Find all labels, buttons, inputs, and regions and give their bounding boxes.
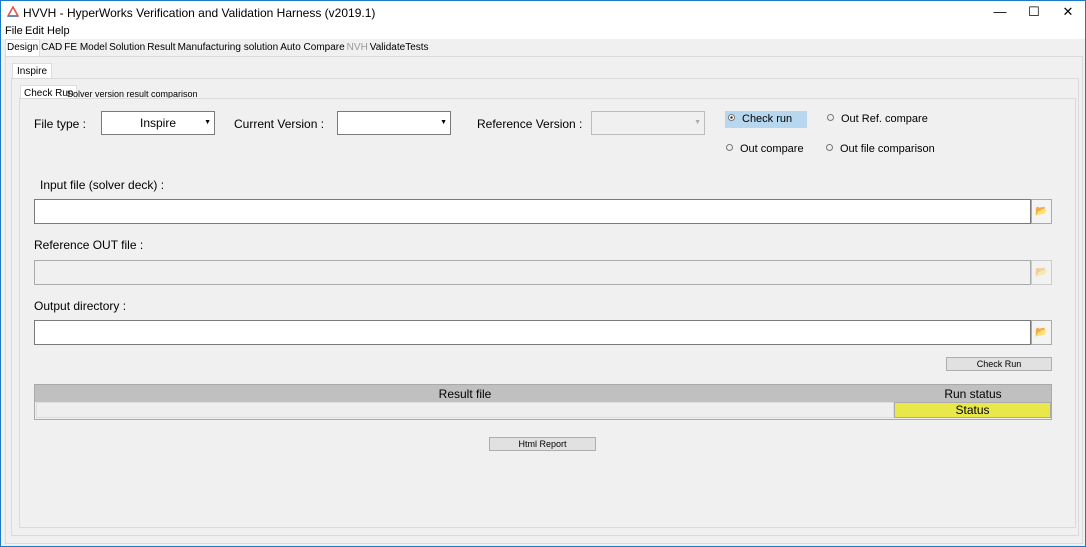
radio-label: Out file comparison <box>840 143 935 155</box>
file-type-label: File type : <box>34 117 87 131</box>
output-directory-browse-button[interactable]: 📂 <box>1031 320 1052 345</box>
tab-auto-compare[interactable]: Auto Compare <box>279 40 346 57</box>
html-report-button[interactable]: Html Report <box>489 437 596 451</box>
title-bar: HVVH - HyperWorks Verification and Valid… <box>1 1 1085 23</box>
window-title: HVVH - HyperWorks Verification and Valid… <box>23 6 376 20</box>
input-file-label: Input file (solver deck) : <box>40 178 165 192</box>
radio-icon <box>826 144 833 151</box>
tab-design[interactable]: Design <box>5 39 41 56</box>
input-file-field[interactable] <box>34 199 1031 224</box>
menu-file[interactable]: File <box>5 25 23 37</box>
chevron-down-icon: ▼ <box>204 119 211 126</box>
tab-result[interactable]: Result <box>146 40 177 57</box>
output-directory-label: Output directory : <box>34 299 127 313</box>
radio-out-compare[interactable]: Out compare <box>726 143 804 155</box>
tab-manufacturing-solution[interactable]: Manufacturing solution <box>176 40 280 57</box>
main-tabs: Design CAD FE Model Solution Result Manufactu… <box>5 39 430 57</box>
chevron-down-icon: ▼ <box>440 119 447 126</box>
tab-solution[interactable]: Solution <box>108 40 147 57</box>
tab-fe-model[interactable]: FE Model <box>63 40 109 57</box>
radio-check-run[interactable]: Check run <box>725 111 807 128</box>
radio-out-file-comparison[interactable]: Out file comparison <box>826 143 935 155</box>
table-row-file[interactable] <box>36 402 894 418</box>
check-run-button[interactable]: Check Run <box>946 357 1052 371</box>
header-run-status: Run status <box>944 387 1002 401</box>
folder-open-icon: 📂 <box>1035 267 1048 278</box>
reference-out-field <box>34 260 1031 285</box>
radio-selected-icon <box>728 114 735 121</box>
menu-help[interactable]: Help <box>47 25 70 37</box>
reference-version-label: Reference Version : <box>477 117 583 131</box>
current-version-select[interactable]: ▼ <box>337 111 451 135</box>
menu-bar: File Edit Help <box>1 23 1085 39</box>
radio-out-ref-compare[interactable]: Out Ref. compare <box>827 113 928 125</box>
reference-out-browse-button: 📂 <box>1031 260 1052 285</box>
header-result-file: Result file <box>438 387 492 401</box>
tab-nvh: NVH <box>345 40 369 57</box>
radio-label: Out compare <box>740 143 804 155</box>
input-file-browse-button[interactable]: 📂 <box>1031 199 1052 224</box>
app-window: HVVH - HyperWorks Verification and Valid… <box>0 0 1086 547</box>
radio-icon <box>827 114 834 121</box>
tab-validate-tests[interactable]: ValidateTests <box>368 40 430 57</box>
current-version-label: Current Version : <box>234 117 325 131</box>
reference-version-select: ▼ <box>591 111 705 135</box>
table-header: Result file Run status <box>35 385 1051 402</box>
chevron-down-icon: ▼ <box>694 119 701 126</box>
maximize-button[interactable]: ☐ <box>1017 1 1051 23</box>
result-table: Result file Run status Status <box>34 384 1052 420</box>
status-cell: Status <box>894 402 1051 418</box>
minimize-button[interactable]: — <box>983 1 1017 23</box>
folder-open-icon: 📂 <box>1035 327 1048 338</box>
radio-icon <box>726 144 733 151</box>
folder-open-icon: 📂 <box>1035 206 1048 217</box>
output-directory-field[interactable] <box>34 320 1031 345</box>
menu-edit[interactable]: Edit <box>25 25 44 37</box>
tab-cad[interactable]: CAD <box>40 40 64 57</box>
check-run-panel <box>19 98 1076 528</box>
close-button[interactable]: ✕ <box>1051 1 1085 23</box>
app-logo-icon <box>7 6 19 17</box>
file-type-value: Inspire <box>139 116 177 130</box>
reference-out-label: Reference OUT file : <box>34 238 144 252</box>
radio-label: Check run <box>742 113 793 125</box>
file-type-select[interactable]: Inspire ▼ <box>101 111 215 135</box>
radio-label: Out Ref. compare <box>841 113 928 125</box>
